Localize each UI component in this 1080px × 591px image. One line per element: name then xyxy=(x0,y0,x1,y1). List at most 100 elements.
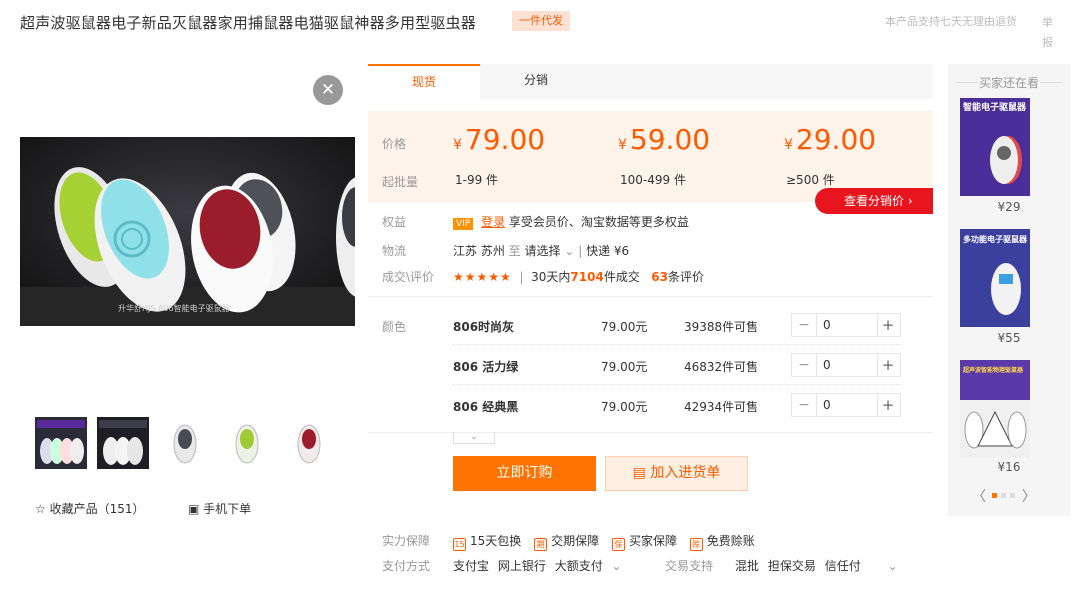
guarantee-row: 15 15天包换 期交期保障 保买家保障 赊免费赊账 xyxy=(453,532,764,551)
sku-stock: 42934件可售 xyxy=(684,400,759,414)
recommend-item-2-price: ¥55 xyxy=(997,331,1021,345)
recommend-item-1-image[interactable]: 智能电子驱鼠器 xyxy=(960,98,1030,196)
increase-button[interactable]: + xyxy=(876,394,900,416)
tab-spot[interactable]: 现货 xyxy=(368,64,480,99)
recommend-item-2-image[interactable]: 多功能电子驱鼠器 xyxy=(960,229,1030,327)
banner-text: 超声波智能物理驱鼠器 xyxy=(962,366,1024,374)
buyers-also-viewed: 买家还在看 智能电子驱鼠器 ¥29 多功能电子驱鼠器 ¥55 超声波智能物理驱鼠… xyxy=(948,64,1070,516)
thumbnail-1[interactable] xyxy=(35,417,87,469)
close-gallery-button[interactable]: ✕ xyxy=(313,75,343,105)
tab-bar: 现货 分销 xyxy=(368,64,933,99)
color-label: 颜色 xyxy=(382,320,407,334)
thumbnail-4[interactable] xyxy=(221,417,273,469)
quantity-stepper: − 0 + xyxy=(791,313,901,337)
decrease-button[interactable]: − xyxy=(792,314,816,336)
sku-stock: 39388件可售 xyxy=(684,320,759,334)
chevron-left-icon[interactable]: 〈 xyxy=(972,489,986,505)
thumb-image xyxy=(235,424,259,464)
row-separator xyxy=(453,344,901,345)
delivery-icon: 期 xyxy=(534,538,548,551)
page-dot[interactable] xyxy=(1001,493,1007,498)
order-now-button[interactable]: 立即订购 xyxy=(453,456,596,491)
quantity-input[interactable]: 0 xyxy=(816,394,878,416)
guarantee-item[interactable]: 保买家保障 xyxy=(611,534,677,551)
qrcode-icon: ▣ xyxy=(188,502,200,516)
page-dot[interactable] xyxy=(992,493,998,498)
decrease-button[interactable]: − xyxy=(792,394,816,416)
trade-method: 担保交易 xyxy=(767,559,816,573)
price-tier-1: ¥79.00 xyxy=(453,123,545,156)
logistics-label: 物流 xyxy=(382,244,407,258)
divider-line xyxy=(368,296,933,297)
view-distribution-price-button[interactable]: 查看分销价 › xyxy=(815,188,933,214)
quantity-input[interactable]: 0 xyxy=(816,354,878,376)
thumbnail-2[interactable] xyxy=(97,417,149,469)
thumbnail-5[interactable] xyxy=(283,417,335,469)
quantity-stepper: − 0 + xyxy=(791,353,901,377)
expand-skus-chevron-icon[interactable]: ⌄ xyxy=(453,432,495,444)
quantity-input[interactable]: 0 xyxy=(816,314,878,336)
currency-symbol: ¥ xyxy=(453,137,462,153)
trade-method: 混批 xyxy=(735,559,760,573)
batch-tier-3: ≥500 件 xyxy=(786,173,835,187)
batch-tier-1: 1-99 件 xyxy=(455,173,499,187)
increase-button[interactable]: + xyxy=(876,354,900,376)
cart-list-icon: ▤ xyxy=(632,465,646,481)
guarantee-item[interactable]: 15 15天包换 xyxy=(453,534,522,551)
sidebar-pager: 〈 〉 xyxy=(972,486,1036,506)
guarantee-item[interactable]: 期交期保障 xyxy=(534,534,600,551)
report-link[interactable]: 举报 xyxy=(1042,13,1056,53)
login-link[interactable]: 登录 xyxy=(481,215,505,229)
guarantee-text: 15天包换 xyxy=(470,534,522,548)
destination-select[interactable]: 请选择 ⌄ xyxy=(525,244,575,258)
deals-count: 7104 xyxy=(570,270,604,284)
to-text: 至 xyxy=(508,244,521,258)
sku-price: 79.00元 xyxy=(601,400,648,414)
benefits-text: 享受会员价、淘宝数据等更多权益 xyxy=(508,215,689,229)
batch-tier-2: 100-499 件 xyxy=(620,173,686,187)
mobile-order-button[interactable]: ▣ 手机下单 xyxy=(188,500,251,517)
chevron-right-icon[interactable]: 〉 xyxy=(1022,489,1036,505)
benefits-row: VIP 登录 享受会员价、淘宝数据等更多权益 xyxy=(453,213,689,230)
tab-distribution[interactable]: 分销 xyxy=(480,64,592,99)
guarantee-item[interactable]: 赊免费赊账 xyxy=(689,534,755,551)
payment-method: 大额支付 xyxy=(554,559,603,573)
product-photo xyxy=(20,137,355,326)
favorite-product-button[interactable]: ☆ 收藏产品（151） xyxy=(35,500,144,517)
decrease-button[interactable]: − xyxy=(792,354,816,376)
dropship-badge: 一件代发 xyxy=(512,11,570,31)
sku-name: 806时尚灰 xyxy=(453,320,515,334)
payment-method: 支付宝 xyxy=(453,559,490,573)
destination-label: 请选择 xyxy=(524,244,561,258)
price-tier-2: ¥59.00 xyxy=(618,123,710,156)
chevron-down-icon[interactable]: ⌄ xyxy=(888,559,898,573)
deals-row: ★★★★★ | 30天内7104件成交 63条评价 xyxy=(453,268,704,285)
recommend-image: 多功能电子驱鼠器 xyxy=(960,229,1030,327)
recommend-item-3-image[interactable]: 超声波智能物理驱鼠器 xyxy=(960,360,1030,458)
chevron-down-icon[interactable]: ⌄ xyxy=(612,559,622,573)
row-separator xyxy=(453,384,901,385)
trade-support-label: 交易支持 xyxy=(665,559,714,573)
price-value: 79.00 xyxy=(464,123,546,156)
price-value: 59.00 xyxy=(629,123,711,156)
shield-icon: 保 xyxy=(611,538,625,551)
payment-row: 支付宝 网上银行 大额支付 ⌄ xyxy=(453,557,622,574)
deals-suffix: 件成交 xyxy=(603,270,640,284)
deals-days: 30天内 xyxy=(531,270,571,284)
sku-name: 806 经典黑 xyxy=(453,400,519,414)
reviews-suffix: 条评价 xyxy=(667,270,704,284)
currency-symbol: ¥ xyxy=(618,137,627,153)
thumbnail-3[interactable] xyxy=(159,417,211,469)
increase-button[interactable]: + xyxy=(876,314,900,336)
price-tier-3: ¥29.00 xyxy=(784,123,876,156)
guarantee-label: 实力保障 xyxy=(382,534,431,548)
payment-label: 支付方式 xyxy=(382,559,431,573)
reviews-count[interactable]: 63 xyxy=(651,270,668,284)
add-to-cart-button[interactable]: ▤ 加入进货单 xyxy=(605,456,748,491)
recommend-item-3-price: ¥16 xyxy=(997,460,1021,474)
currency-symbol: ¥ xyxy=(784,137,793,153)
fifteen-day-icon: 15 xyxy=(453,538,466,551)
guarantee-text: 交期保障 xyxy=(551,534,600,548)
main-product-image[interactable]: 升华舒HJS-806智能电子驱鼠器 xyxy=(20,137,355,326)
page-dot[interactable] xyxy=(1010,493,1016,498)
